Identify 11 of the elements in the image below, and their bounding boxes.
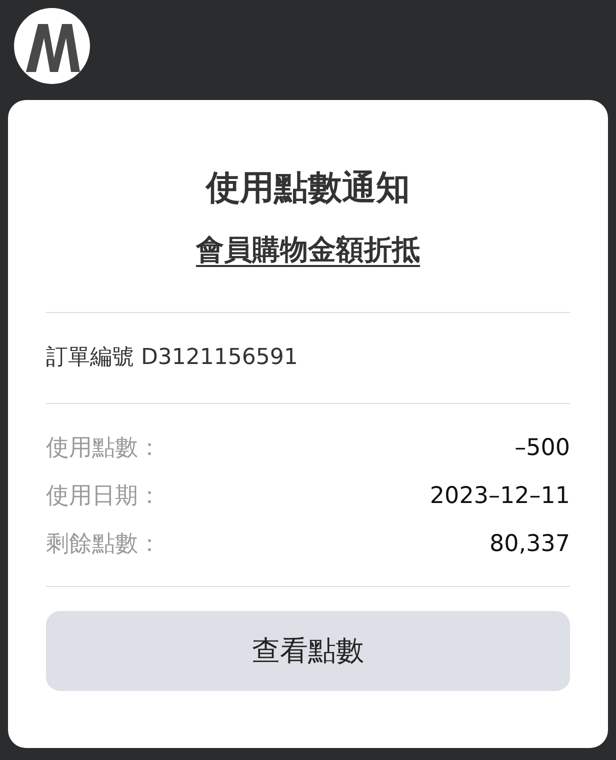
logo-icon (14, 8, 90, 84)
detail-label: 使用日期： (46, 482, 161, 511)
detail-value: 80,337 (490, 530, 570, 559)
detail-value: 2023–12–11 (430, 482, 570, 511)
order-number: 訂單編號 D3121156591 (46, 344, 299, 372)
notice-title: 使用點數通知 (204, 167, 411, 210)
detail-label: 使用點數： (46, 434, 161, 463)
detail-value: –500 (514, 434, 570, 463)
detail-label: 剩餘點數： (46, 530, 161, 559)
view-points-button[interactable]: 查看點數 (46, 611, 570, 691)
notice-subtitle: 會員購物金額折抵 (196, 233, 420, 266)
